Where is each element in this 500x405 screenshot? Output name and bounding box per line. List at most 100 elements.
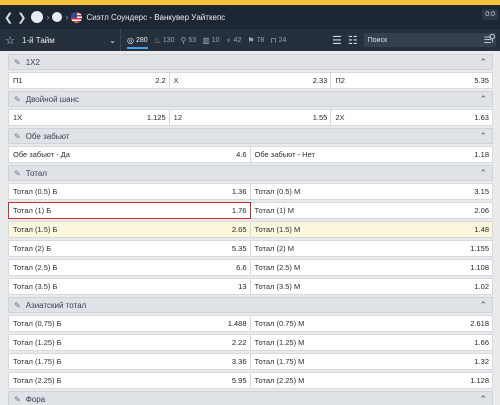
odds-row: Тотал (2.5) Б 6.6 Тотал (2.5) М 1.108 — [8, 259, 493, 276]
breadcrumb-separator-icon: › — [46, 12, 50, 22]
odds-row: Тотал (1.25) Б 2.22 Тотал (1.25) М 1.66 — [8, 334, 493, 351]
market-tab-chart[interactable]: ▥ 10 — [202, 36, 219, 45]
market-tab-popular[interactable]: ♨ 130 — [154, 36, 175, 45]
odds-cell-highlighted[interactable]: Тотал (1.5) Б 2.65 — [8, 221, 251, 238]
market-tab-trophy[interactable]: ♆ 42 — [226, 36, 242, 45]
chevron-up-icon[interactable]: ⌃ — [479, 94, 487, 105]
section-header[interactable]: ✎ 1X2 ⌃ — [8, 54, 493, 70]
match-timer: 0:0 — [482, 9, 498, 20]
period-select-label: 1-й Тайм — [22, 35, 55, 45]
section-title: Обе забьют — [25, 131, 70, 141]
odds-row: Тотал (1) Б 1.76 Тотал (1) М 2.06 — [8, 202, 493, 219]
pin-icon[interactable]: ✎ — [14, 301, 21, 310]
odds-row: П1 2.2 Х 2.33 П2 5.35 — [8, 72, 493, 89]
pin-icon[interactable]: ⚲ — [489, 33, 496, 44]
chevron-up-icon[interactable]: ⌃ — [479, 131, 487, 142]
odds-cell[interactable]: Тотал (0.5) Б 1.36 — [8, 183, 251, 200]
odds-cell[interactable]: Тотал (2.25) Б 5.95 — [8, 372, 251, 389]
section-title: Фора — [25, 394, 46, 404]
chevron-up-icon[interactable]: ⌃ — [479, 168, 487, 179]
chevron-up-icon[interactable]: ⌃ — [479, 57, 487, 68]
breadcrumb-separator-icon: › — [65, 12, 69, 22]
section-header[interactable]: ✎ Обе забьют ⌃ — [8, 128, 493, 144]
odds-cell[interactable]: Тотал (0.75) М 2.618 — [250, 315, 493, 332]
odds-cell[interactable]: Тотал (2.25) М 1.128 — [250, 372, 493, 389]
odds-cell[interactable]: Тотал (2.5) Б 6.6 — [8, 259, 251, 276]
odds-cell[interactable]: 12 1.55 — [169, 109, 332, 126]
odds-cell[interactable]: Тотал (2) Б 5.35 — [8, 240, 251, 257]
odds-cell[interactable]: Обе забьют - Да 4.6 — [8, 146, 251, 163]
odds-row: Тотал (0.5) Б 1.36 Тотал (0.5) М 3.15 — [8, 183, 493, 200]
search-input[interactable] — [367, 36, 468, 44]
flag-icon: ⚑ — [247, 35, 255, 45]
flame-icon: ♨ — [153, 35, 161, 45]
market-tab-stats[interactable]: ⚲ 53 — [181, 36, 197, 45]
odds-cell[interactable]: Тотал (2.5) М 1.108 — [250, 259, 493, 276]
market-section-asian-total: ✎ Азиатский тотал ⌃ Тотал (0.75) Б 1.488 … — [8, 297, 493, 389]
market-section-1x2: ✎ 1X2 ⌃ П1 2.2 Х 2.33 П2 5.35 — [8, 54, 493, 89]
trophy-icon: ♆ — [225, 35, 232, 45]
odds-cell[interactable]: Тотал (1) М 2.06 — [250, 202, 493, 219]
league-icon[interactable] — [52, 9, 63, 25]
odds-row: Тотал (3.5) Б 13 Тотал (3.5) М 1.02 — [8, 278, 493, 295]
market-toolbar: ☆ 1-й Тайм ⌄ ◎ 280 ♨ 130 ⚲ 53 ▥ 10 ♆ 42 ⚑ 78 ⊓… — [0, 29, 500, 51]
chart-icon: ▥ — [202, 35, 210, 45]
chevron-up-icon[interactable]: ⌃ — [479, 300, 487, 311]
odds-cell-selected[interactable]: Тотал (1) Б 1.76 — [8, 202, 251, 219]
period-select[interactable]: 1-й Тайм ⌄ — [17, 29, 121, 51]
odds-row: Тотал (0.75) Б 1.488 Тотал (0.75) М 2.618 — [8, 315, 493, 332]
chevron-right-icon[interactable]: ❯ — [17, 9, 26, 25]
odds-cell-highlighted[interactable]: Тотал (1.5) М 1.48 — [250, 221, 493, 238]
market-section-double-chance: ✎ Двойной шанс ⌃ 1Х 1.125 12 1.55 2Х 1.63 — [8, 91, 493, 126]
favorite-star-icon[interactable]: ☆ — [3, 34, 17, 47]
market-filter-tabs: ◎ 280 ♨ 130 ⚲ 53 ▥ 10 ♆ 42 ⚑ 78 ⊓ 24 — [127, 32, 292, 49]
odds-cell[interactable]: Тотал (1.25) Б 2.22 — [8, 334, 251, 351]
odds-cell[interactable]: Тотал (1.75) М 1.32 — [250, 353, 493, 370]
odds-cell[interactable]: Х 2.33 — [169, 72, 332, 89]
section-title: 1X2 — [25, 57, 40, 67]
odds-cell[interactable]: 1Х 1.125 — [8, 109, 170, 126]
market-section-handicap: ✎ Фора ⌃ — [8, 391, 493, 405]
section-header[interactable]: ✎ Азиатский тотал ⌃ — [8, 297, 493, 313]
section-title: Двойной шанс — [25, 94, 80, 104]
odds-cell[interactable]: П2 5.35 — [331, 72, 493, 89]
odds-row: Тотал (1.5) Б 2.65 Тотал (1.5) М 1.48 — [8, 221, 493, 238]
odds-cell[interactable]: Тотал (1.75) Б 3.36 — [8, 353, 251, 370]
odds-cell[interactable]: Обе забьют - Нет 1.18 — [250, 146, 493, 163]
odds-cell[interactable]: 2Х 1.63 — [331, 109, 493, 126]
section-header[interactable]: ✎ Тотал ⌃ — [8, 165, 493, 181]
pin-icon[interactable]: ✎ — [14, 169, 21, 178]
odds-cell[interactable]: Тотал (3.5) Б 13 — [8, 278, 251, 295]
market-section-both-score: ✎ Обе забьют ⌃ Обе забьют - Да 4.6 Обе за… — [8, 128, 493, 163]
pin-icon[interactable]: ✎ — [14, 95, 21, 104]
section-title: Тотал — [25, 168, 47, 178]
market-section-total: ✎ Тотал ⌃ Тотал (0.5) Б 1.36 Тотал (0.5) … — [8, 165, 493, 295]
odds-row: Обе забьют - Да 4.6 Обе забьют - Нет 1.18 — [8, 146, 493, 163]
target-icon: ◎ — [127, 35, 134, 45]
odds-cell[interactable]: Тотал (1.25) М 1.66 — [250, 334, 493, 351]
market-tab-all[interactable]: ◎ 280 — [127, 36, 148, 49]
search-box[interactable]: ☰ — [363, 33, 496, 47]
columns-view-icon[interactable]: ☷ — [348, 34, 358, 47]
odds-cell[interactable]: Тотал (2) М 1.155 — [250, 240, 493, 257]
odds-cell[interactable]: Тотал (3.5) М 1.02 — [250, 278, 493, 295]
pin-icon[interactable]: ✎ — [14, 395, 21, 404]
chevron-left-icon[interactable]: ❮ — [4, 9, 13, 25]
market-tab-flag[interactable]: ⚑ 78 — [247, 36, 264, 45]
event-title: Сиэтл Соундерс - Ванкувер Уайткепс — [86, 12, 226, 22]
odds-cell[interactable]: Тотал (0.75) Б 1.488 — [8, 315, 251, 332]
market-tab-goal[interactable]: ⊓ 24 — [270, 36, 286, 45]
goal-icon: ⊓ — [270, 35, 277, 45]
chevron-up-icon[interactable]: ⌃ — [479, 394, 487, 405]
pin-icon[interactable]: ✎ — [14, 132, 21, 141]
list-view-icon[interactable]: ☰ — [332, 34, 342, 47]
sport-icon[interactable] — [31, 9, 44, 25]
toolbar-right: ☰ ☷ ☰ — [332, 29, 496, 51]
odds-row: Тотал (2) Б 5.35 Тотал (2) М 1.155 — [8, 240, 493, 257]
odds-cell[interactable]: П1 2.2 — [8, 72, 170, 89]
pin-icon[interactable]: ✎ — [14, 58, 21, 67]
section-header[interactable]: ✎ Фора ⌃ — [8, 391, 493, 405]
section-header[interactable]: ✎ Двойной шанс ⌃ — [8, 91, 493, 107]
odds-row: Тотал (1.75) Б 3.36 Тотал (1.75) М 1.32 — [8, 353, 493, 370]
odds-cell[interactable]: Тотал (0.5) М 3.15 — [250, 183, 493, 200]
